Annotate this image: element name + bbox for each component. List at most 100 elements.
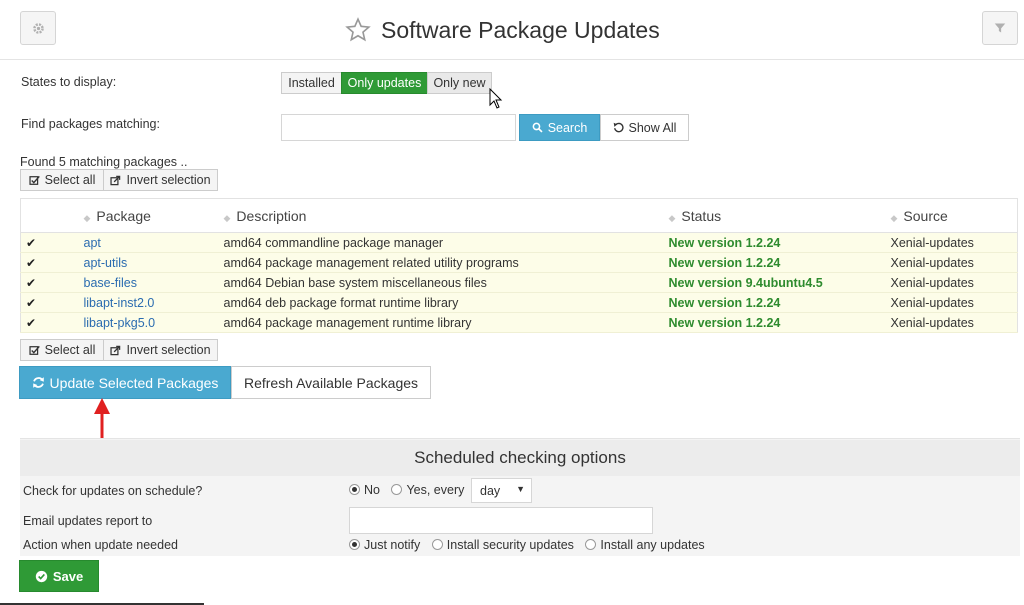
checkmark-icon[interactable]: ✔: [22, 296, 36, 310]
package-source: Xenial-updates: [889, 232, 1018, 253]
check-square-icon: [29, 175, 40, 185]
save-label: Save: [52, 568, 84, 584]
header-checkbox-cell: [20, 198, 83, 233]
update-selected-button[interactable]: Update Selected Packages: [19, 366, 231, 399]
search-input[interactable]: [281, 114, 516, 141]
radio-install-any[interactable]: Install any updates: [585, 538, 705, 552]
star-icon[interactable]: [345, 17, 371, 43]
package-status: New version 1.2.24: [667, 292, 890, 313]
column-header-source[interactable]: ◆ Source: [889, 198, 1018, 233]
show-all-button[interactable]: Show All: [600, 114, 689, 141]
checkmark-icon[interactable]: ✔: [22, 276, 36, 290]
row-checkbox[interactable]: ✔: [20, 252, 83, 273]
email-label: Email updates report to: [23, 514, 153, 528]
radio-no[interactable]: No: [349, 483, 380, 497]
page-title: Software Package Updates: [381, 16, 660, 43]
row-checkbox[interactable]: ✔: [20, 312, 83, 333]
action-label: Action when update needed: [23, 538, 178, 552]
column-header-package[interactable]: ◆ Package: [82, 198, 223, 233]
column-header-status[interactable]: ◆ Status: [667, 198, 890, 233]
package-link[interactable]: apt: [84, 236, 101, 250]
invert-selection-label: Invert selection: [126, 173, 211, 187]
share-square-icon: [110, 345, 121, 355]
radio-button[interactable]: [431, 539, 443, 550]
state-installed-button[interactable]: Installed: [281, 72, 342, 94]
undo-icon: [613, 122, 624, 133]
interval-select[interactable]: day ▼: [471, 478, 532, 503]
action-options: Just notify Install security updates Ins…: [349, 538, 713, 552]
package-description: amd64 package management runtime library: [222, 312, 668, 333]
radio-button[interactable]: [391, 484, 403, 495]
search-icon: [532, 122, 543, 133]
radio-button[interactable]: [349, 539, 360, 550]
search-button[interactable]: Search: [519, 114, 600, 141]
select-all-button-bottom[interactable]: Select all: [20, 339, 104, 361]
select-all-label: Select all: [44, 343, 96, 357]
row-checkbox[interactable]: ✔: [20, 232, 83, 253]
checkmark-icon[interactable]: ✔: [22, 256, 36, 270]
share-square-icon: [110, 175, 121, 185]
filter-icon: [994, 23, 1006, 33]
radio-button[interactable]: [349, 484, 360, 495]
checkmark-icon[interactable]: ✔: [22, 316, 36, 330]
row-checkbox[interactable]: ✔: [20, 292, 83, 313]
gear-button[interactable]: [20, 11, 56, 45]
check-schedule-label: Check for updates on schedule?: [23, 484, 203, 498]
package-description: amd64 package management related utility…: [222, 252, 668, 273]
invert-selection-label: Invert selection: [126, 343, 211, 357]
package-source: Xenial-updates: [889, 312, 1018, 333]
checkmark-icon[interactable]: ✔: [22, 236, 36, 250]
save-button[interactable]: Save: [19, 560, 99, 592]
check-schedule-options: No Yes, every: [349, 483, 472, 497]
gear-icon: [32, 22, 44, 34]
check-circle-icon: [35, 570, 47, 582]
find-label: Find packages matching:: [21, 117, 160, 131]
table-row[interactable]: ✔ libapt-pkg5.0 amd64 package management…: [20, 312, 1018, 333]
select-all-label: Select all: [44, 173, 96, 187]
table-row[interactable]: ✔ apt-utils amd64 package management rel…: [20, 252, 1018, 273]
row-checkbox[interactable]: ✔: [20, 272, 83, 293]
package-description: amd64 deb package format runtime library: [222, 292, 668, 313]
invert-selection-button-bottom[interactable]: Invert selection: [103, 339, 218, 361]
table-row[interactable]: ✔ base-files amd64 Debian base system mi…: [20, 272, 1018, 293]
search-button-label: Search: [547, 120, 588, 135]
invert-selection-button-top[interactable]: Invert selection: [103, 169, 218, 191]
state-only-updates-button[interactable]: Only updates: [341, 72, 428, 94]
select-all-button-top[interactable]: Select all: [20, 169, 104, 191]
package-status: New version 1.2.24: [667, 232, 890, 253]
packages-table: ◆ Package ◆ Description ◆ Status ◆ Source ✔ …: [20, 198, 1018, 333]
state-only-new-button[interactable]: Only new: [427, 72, 492, 94]
package-description: amd64 Debian base system miscellaneous f…: [222, 272, 668, 293]
table-header-row: ◆ Package ◆ Description ◆ Status ◆ Source: [20, 198, 1018, 233]
top-bar: Software Package Updates: [0, 0, 1024, 60]
found-count-text: Found 5 matching packages ..: [20, 155, 188, 169]
check-square-icon: [29, 345, 40, 355]
package-source: Xenial-updates: [889, 252, 1018, 273]
update-selected-label: Update Selected Packages: [49, 374, 219, 391]
dropdown-caret-icon: ▼: [516, 484, 525, 494]
package-status: New version 1.2.24: [667, 312, 890, 333]
refresh-available-button[interactable]: Refresh Available Packages: [231, 366, 431, 399]
package-link[interactable]: libapt-pkg5.0: [84, 316, 156, 330]
package-source: Xenial-updates: [889, 292, 1018, 313]
package-description: amd64 commandline package manager: [222, 232, 668, 253]
states-label: States to display:: [21, 75, 117, 89]
radio-yes-every[interactable]: Yes, every: [391, 483, 464, 497]
email-input[interactable]: [349, 507, 653, 534]
column-header-description[interactable]: ◆ Description: [222, 198, 668, 233]
package-link[interactable]: apt-utils: [84, 256, 128, 270]
radio-just-notify[interactable]: Just notify: [349, 538, 420, 552]
show-all-label: Show All: [628, 120, 677, 135]
table-row[interactable]: ✔ libapt-inst2.0 amd64 deb package forma…: [20, 292, 1018, 313]
mouse-cursor-icon: [489, 88, 503, 109]
radio-install-security[interactable]: Install security updates: [431, 538, 574, 552]
package-status: New version 9.4ubuntu4.5: [667, 272, 890, 293]
package-link[interactable]: libapt-inst2.0: [84, 296, 155, 310]
page-title-group: Software Package Updates: [345, 14, 660, 46]
filter-button[interactable]: [982, 11, 1018, 45]
interval-value: day: [480, 483, 501, 498]
package-source: Xenial-updates: [889, 272, 1018, 293]
package-link[interactable]: base-files: [84, 276, 138, 290]
radio-button[interactable]: [585, 539, 597, 550]
table-row[interactable]: ✔ apt amd64 commandline package manager …: [20, 232, 1018, 253]
